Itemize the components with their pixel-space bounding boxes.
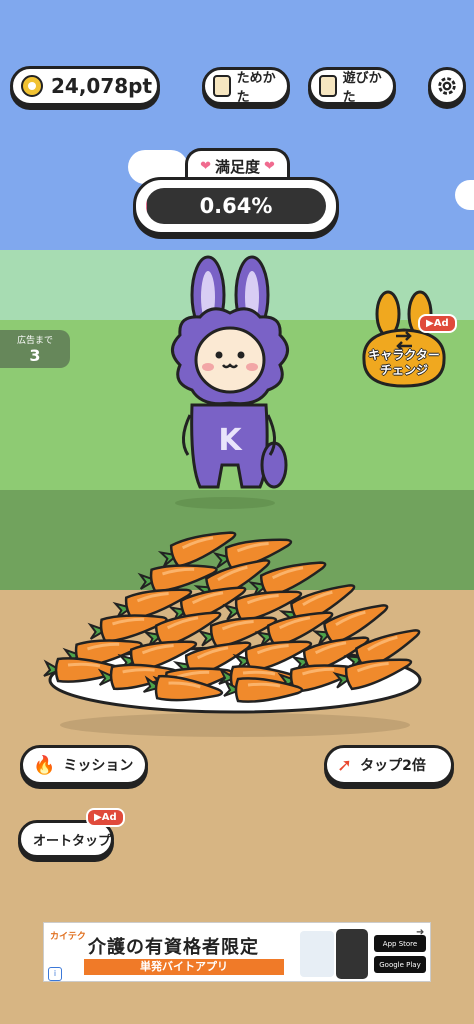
rabbit-character[interactable]: K xyxy=(150,255,300,510)
character-change-label-line1: キャラクター xyxy=(368,348,440,362)
heart-icon: ❤ xyxy=(264,159,275,174)
mission-button[interactable]: 🔥 ミッション xyxy=(20,745,148,785)
banner-people-image xyxy=(300,931,334,977)
satisfaction-bar: 0.64% xyxy=(146,188,326,224)
banner-subheadline: 単発バイトアプリ xyxy=(84,959,284,975)
fire-icon: 🔥 xyxy=(33,754,56,776)
mission-label: ミッション xyxy=(63,758,134,774)
satisfaction-meter: 0.64% xyxy=(133,177,339,235)
external-link-icon[interactable]: ➜ xyxy=(416,927,424,938)
heart-icon: ❤ xyxy=(200,159,211,174)
character-change-label-line2: チェンジ xyxy=(379,363,428,377)
auto-tap-label: オートタップ xyxy=(33,833,112,849)
coin-icon xyxy=(21,75,43,97)
carrot-pile xyxy=(43,531,421,703)
ad-info-icon[interactable]: i xyxy=(48,967,62,981)
document-icon xyxy=(319,75,337,97)
settings-button[interactable] xyxy=(428,67,466,105)
points-value: 24,078pt xyxy=(51,74,153,98)
ad-banner[interactable]: カイテク 介護の有資格者限定 単発バイトアプリ App Store Google… xyxy=(43,922,431,982)
carrot-plate[interactable] xyxy=(40,520,440,740)
ad-counter-label: 広告まで xyxy=(16,336,53,346)
how-to-play-label: 遊びかた xyxy=(342,71,382,105)
character-change-ad-badge: ▶Ad xyxy=(418,314,457,333)
arrow-up-icon: ➚ xyxy=(337,754,353,776)
ad-badge-text: Ad xyxy=(433,318,449,329)
character-change-button[interactable]: ▶Ad キャラクター チェンジ xyxy=(358,290,457,390)
ad-badge-text: Ad xyxy=(101,812,117,823)
tap-double-button[interactable]: ➚ タップ2倍 xyxy=(324,745,454,785)
character-change-label: キャラクター チェンジ xyxy=(358,348,450,378)
satisfaction-value: 0.64% xyxy=(199,194,273,218)
google-play-badge[interactable]: Google Play xyxy=(374,956,426,973)
banner-phone-image xyxy=(336,929,368,979)
svg-text:K: K xyxy=(218,423,243,458)
satisfaction-label-text: 満足度 xyxy=(214,158,260,176)
banner-headline: 介護の有資格者限定 xyxy=(88,937,259,958)
points-display: 24,078pt xyxy=(10,66,160,106)
money-bag-icon xyxy=(213,75,231,97)
how-to-play-button[interactable]: 遊びかた xyxy=(308,67,396,105)
how-to-save-label: ためかた xyxy=(236,71,276,105)
auto-tap-ad-badge: ▶Ad xyxy=(86,808,125,827)
banner-brand: カイテク xyxy=(50,932,86,942)
tap-double-label: タップ2倍 xyxy=(360,758,426,774)
ad-counter-value: 3 xyxy=(29,346,41,365)
how-to-save-button[interactable]: ためかた xyxy=(202,67,290,105)
gear-icon xyxy=(438,77,456,95)
cloud xyxy=(455,180,474,210)
ad-counter: 広告まで 3 xyxy=(0,330,70,368)
